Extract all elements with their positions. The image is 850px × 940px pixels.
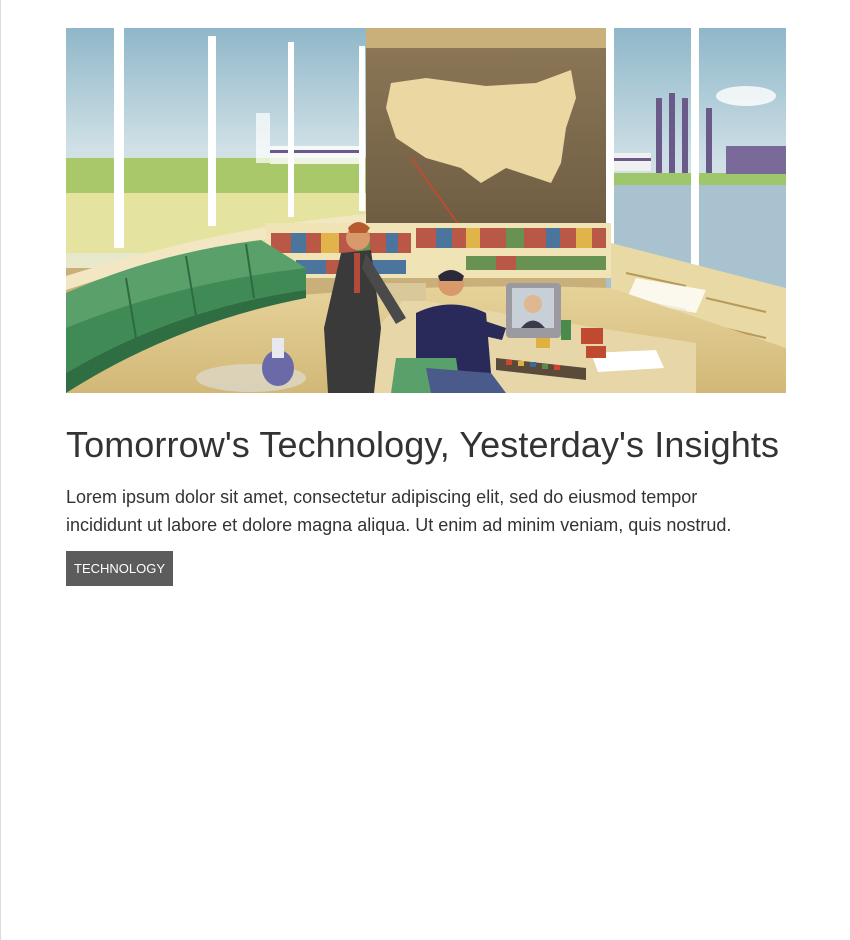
page-left-border xyxy=(0,0,1,940)
article-excerpt: Lorem ipsum dolor sit amet, consectetur … xyxy=(66,487,732,535)
featured-image-link[interactable] xyxy=(66,28,786,393)
article-card: Tomorrow's Technology, Yesterday's Insig… xyxy=(66,28,786,586)
category-tag-technology[interactable]: TECHNOLOGY xyxy=(66,551,174,586)
article-title[interactable]: Tomorrow's Technology, Yesterday's Insig… xyxy=(66,423,786,467)
featured-image-retro-control-room xyxy=(66,28,786,393)
